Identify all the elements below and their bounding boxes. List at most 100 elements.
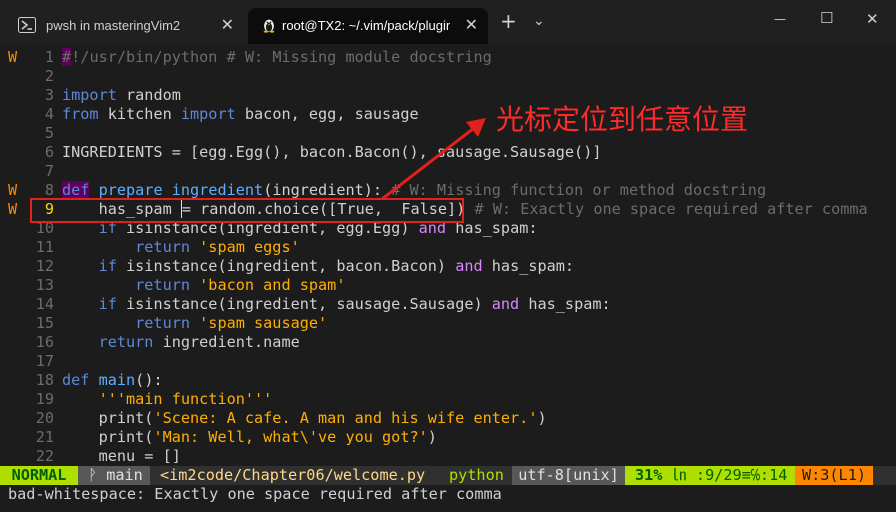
line-number: 6	[44, 143, 54, 161]
keyword: return	[62, 333, 154, 351]
line-number: 5	[44, 124, 54, 142]
code-text: )	[537, 409, 547, 427]
function-name: prepare_ingredient	[98, 181, 264, 199]
line-number: 7	[44, 162, 54, 180]
keyword: if	[62, 257, 117, 275]
line-number: 12	[35, 257, 54, 275]
keyword: def	[62, 371, 90, 389]
line-number: 13	[35, 276, 54, 294]
string-literal: 'bacon and spam'	[190, 276, 346, 294]
line-number: 11	[35, 238, 54, 256]
vim-statusline: NORMAL ᚹ main <im2code/Chapter06/welcome…	[0, 466, 896, 485]
close-tab-icon[interactable]: ✕	[221, 15, 234, 35]
string-literal: 'Man: Well, what\'ve you got?'	[153, 428, 428, 446]
keyword: from	[62, 105, 99, 123]
title-bar: pwsh in masteringVim2 ✕ root@TX2: ~/.vim…	[0, 0, 896, 44]
code-text: has_spam:	[482, 257, 575, 275]
code-line-13: 13 return 'bacon and spam'	[0, 276, 896, 295]
code-text: print(	[62, 428, 154, 446]
code-line-19: 19 '''main function'''	[0, 390, 896, 409]
line-number: 18	[35, 371, 54, 389]
annotation-highlight-box	[30, 198, 464, 223]
keyword: import	[62, 86, 117, 104]
new-tab-button[interactable]: +	[500, 9, 517, 33]
tab-root-tx2[interactable]: root@TX2: ~/.vim/pack/plugin ✕	[248, 8, 488, 44]
code-text: (ingredient):	[263, 181, 383, 199]
close-window-button[interactable]: ✕	[866, 10, 879, 28]
string-literal: 'spam eggs'	[190, 238, 300, 256]
code-line-20: 20 print('Scene: A cafe. A man and his w…	[0, 409, 896, 428]
code-text: ingredient.name	[153, 333, 300, 351]
docstring: '''main function'''	[62, 390, 273, 408]
lint-comment: # W: Missing function or method docstrin…	[382, 181, 767, 199]
code-line-3: 3 import random	[0, 86, 896, 105]
line-number: 2	[44, 67, 54, 85]
close-tab-icon[interactable]: ✕	[465, 15, 478, 35]
code-line-17: 17	[0, 352, 896, 371]
tab-label: pwsh in masteringVim2	[46, 18, 181, 33]
code-line-4: 4 from kitchen import bacon, egg, sausag…	[0, 105, 896, 124]
code-line-6: 6 INGREDIENTS = [egg.Egg(), bacon.Bacon(…	[0, 143, 896, 162]
code-line-12: 12 if isinstance(ingredient, bacon.Bacon…	[0, 257, 896, 276]
line-number: 15	[35, 314, 54, 332]
git-branch: ᚹ main	[78, 466, 150, 485]
line-number: 4	[44, 105, 54, 123]
code-text: ():	[135, 371, 163, 389]
keyword: if	[62, 295, 117, 313]
line-number: 20	[35, 409, 54, 427]
line-number: 21	[35, 428, 54, 446]
line-number: 22	[35, 447, 54, 465]
line-number: 14	[35, 295, 54, 313]
line-number: 16	[35, 333, 54, 351]
code-line-1: W 1 #!/usr/bin/python # W: Missing modul…	[0, 48, 896, 67]
linux-penguin-icon	[263, 19, 275, 33]
warning-count: W:3(L1)	[795, 466, 873, 485]
mode-indicator: NORMAL	[0, 466, 78, 485]
annotation-text: 光标定位到任意位置	[496, 103, 749, 136]
keyword: return	[62, 276, 191, 294]
string-literal: 'spam sausage'	[190, 314, 328, 332]
warning-sign: W	[8, 200, 18, 218]
code-line-11: 11 return 'spam eggs'	[0, 238, 896, 257]
line-col: ㏑ :9/29≡℅:14	[671, 466, 788, 484]
keyword: and	[455, 257, 483, 275]
code-line-21: 21 print('Man: Well, what\'ve you got?')	[0, 428, 896, 447]
percent: 31%	[635, 466, 663, 484]
code-text: has_spam:	[519, 295, 611, 313]
tab-pwsh[interactable]: pwsh in masteringVim2 ✕	[6, 8, 244, 44]
file-type: python	[449, 466, 504, 484]
minimize-button[interactable]: —	[774, 12, 786, 26]
shebang-text: !/usr/bin/python # W: Missing module doc…	[71, 48, 492, 66]
code-line-7: 7	[0, 162, 896, 181]
code-line-15: 15 return 'spam sausage'	[0, 314, 896, 333]
code-text: isinstance(ingredient, bacon.Bacon)	[116, 257, 456, 275]
keyword: def	[62, 181, 90, 199]
code-text: menu = []	[62, 447, 181, 465]
maximize-button[interactable]: ☐	[820, 9, 833, 27]
terminal-window: pwsh in masteringVim2 ✕ root@TX2: ~/.vim…	[0, 0, 896, 512]
code-text: print(	[62, 409, 154, 427]
file-path: <im2code/Chapter06/welcome.py	[160, 466, 426, 484]
keyword: return	[62, 238, 191, 256]
function-name: main	[98, 371, 136, 389]
lint-comment: # W: Exactly one space required after co…	[465, 200, 868, 218]
code-text: random	[116, 86, 181, 104]
line-number: 19	[35, 390, 54, 408]
vim-editor[interactable]: W 1 #!/usr/bin/python # W: Missing modul…	[0, 44, 896, 512]
keyword: return	[62, 314, 191, 332]
tab-dropdown-icon[interactable]: ⌄	[533, 13, 545, 29]
shebang-hash: #	[62, 48, 72, 66]
string-literal: 'Scene: A cafe. A man and his wife enter…	[153, 409, 538, 427]
code-line-14: 14 if isinstance(ingredient, sausage.Sau…	[0, 295, 896, 314]
code-text: kitchen	[98, 105, 181, 123]
line-number: 1	[44, 48, 54, 66]
warning-sign: W	[8, 48, 18, 66]
cursor-position: 31% ㏑ :9/29≡℅:14	[625, 466, 795, 485]
code-line-5: 5	[0, 124, 896, 143]
code-text: INGREDIENTS = [egg.Egg(), bacon.Bacon(),…	[62, 143, 602, 161]
code-text: bacon, egg, sausage	[235, 105, 419, 123]
code-line-16: 16 return ingredient.name	[0, 333, 896, 352]
file-encoding: utf-8[unix]	[512, 466, 625, 485]
line-number: 17	[35, 352, 54, 370]
keyword: and	[491, 295, 520, 313]
